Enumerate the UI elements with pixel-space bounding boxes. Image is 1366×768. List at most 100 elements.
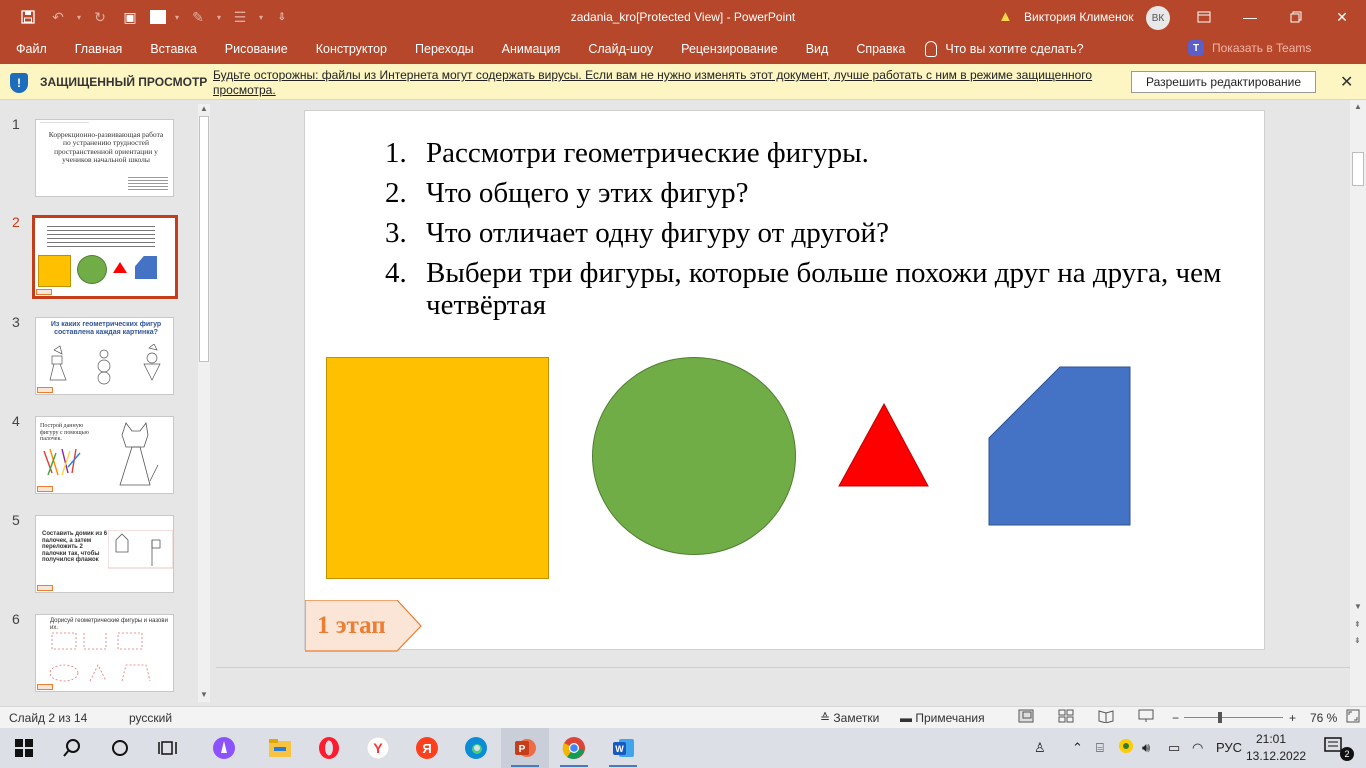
bullets-icon[interactable]: ☰ [226, 3, 254, 31]
scroll-down-icon[interactable]: ▼ [1354, 602, 1362, 611]
tab-transitions[interactable]: Переходы [401, 34, 488, 64]
slideshow-from-start-icon[interactable]: ▣ [116, 3, 144, 31]
yandex-icon[interactable]: Я [403, 728, 451, 768]
undo-icon[interactable]: ↶ [44, 3, 72, 31]
windows-start-icon[interactable] [0, 728, 48, 768]
zoom-slider-thumb[interactable] [1218, 712, 1222, 723]
previous-slide-icon[interactable]: ⇞ [1354, 620, 1361, 629]
slide-thumbnail-5[interactable]: Составить домик из 6 палочек, а затем пе… [35, 515, 174, 593]
notes-divider[interactable] [216, 667, 1350, 668]
thumb-number: 5 [12, 512, 20, 528]
restore-icon[interactable] [1273, 0, 1319, 34]
tab-review[interactable]: Рецензирование [667, 34, 792, 64]
qat-blank-icon[interactable] [150, 10, 166, 24]
slideshow-view-icon[interactable] [1138, 709, 1154, 726]
ribbon-display-options-icon[interactable] [1181, 0, 1227, 34]
chrome-icon[interactable] [550, 728, 598, 768]
show-hidden-icons[interactable]: ⌃ [1072, 740, 1083, 756]
normal-view-icon[interactable] [1018, 709, 1034, 726]
slide-sorter-icon[interactable] [1058, 709, 1074, 726]
network-monitor-icon[interactable]: ⌸ [1096, 740, 1104, 756]
wifi-icon[interactable]: ◠ [1192, 740, 1203, 756]
cortana-icon[interactable] [96, 728, 144, 768]
zoom-in-icon[interactable]: + [1289, 711, 1296, 725]
save-icon[interactable] [14, 3, 42, 31]
thumb-number: 2 [12, 214, 20, 230]
edge-icon[interactable] [452, 728, 500, 768]
tab-design[interactable]: Конструктор [302, 34, 401, 64]
draw-icon[interactable]: ✎ [184, 3, 212, 31]
show-in-teams-label: Показать в Teams [1212, 41, 1312, 55]
minimize-icon[interactable]: — [1227, 0, 1273, 34]
customize-qat-icon[interactable]: ⇩ [268, 3, 296, 31]
tab-insert[interactable]: Вставка [136, 34, 210, 64]
next-slide-icon[interactable]: ⇟ [1354, 636, 1361, 645]
powerpoint-taskbar-icon[interactable]: P [501, 728, 549, 768]
avatar[interactable]: ВК [1146, 6, 1170, 30]
tab-help[interactable]: Справка [842, 34, 919, 64]
thumbnails-scrollbar[interactable]: ▲ ▼ [198, 104, 210, 702]
yandex-disk-icon[interactable] [1118, 738, 1134, 757]
slide-thumbnail-1[interactable]: ─────────────────────── Коррекционно-раз… [35, 119, 174, 197]
thumb-number: 3 [12, 314, 20, 330]
clock-date[interactable]: 13.12.2022 [1246, 749, 1306, 763]
tab-home[interactable]: Главная [61, 34, 137, 64]
language-indicator[interactable]: русский [129, 711, 172, 725]
tab-animations[interactable]: Анимация [488, 34, 575, 64]
file-explorer-icon[interactable] [256, 728, 304, 768]
task-view-icon[interactable] [144, 728, 192, 768]
input-language[interactable]: РУС [1216, 740, 1242, 755]
green-circle[interactable] [592, 357, 796, 555]
slide-thumbnail-4[interactable]: Построй данную фигуру с помощью палочек. [35, 416, 174, 494]
redo-icon[interactable]: ↻ [86, 3, 114, 31]
thumb-title: Построй данную фигуру с помощью палочек. [40, 423, 89, 443]
people-icon[interactable]: ♙ [1034, 740, 1046, 756]
svg-text:Y: Y [373, 740, 383, 756]
comments-button[interactable]: ▬ Примечания [900, 711, 985, 725]
draw-dropdown-icon[interactable]: ▾ [214, 3, 224, 31]
current-slide[interactable]: 1. Рассмотри геометрические фигуры. 2. Что… [304, 110, 1265, 652]
qat-dropdown-icon[interactable]: ▾ [172, 3, 182, 31]
tab-slideshow[interactable]: Слайд-шоу [574, 34, 667, 64]
protected-view-message[interactable]: Будьте осторожны: файлы из Интернета мог… [213, 68, 1113, 98]
clock-time[interactable]: 21:01 [1256, 732, 1286, 746]
thumbnails-scroll-thumb[interactable] [199, 116, 209, 362]
undo-dropdown-icon[interactable]: ▾ [74, 3, 84, 31]
close-icon[interactable]: ✕ [1319, 0, 1365, 34]
zoom-slider[interactable] [1184, 717, 1283, 718]
tab-file[interactable]: Файл [0, 34, 61, 64]
slide-thumbnail-2[interactable] [32, 215, 178, 299]
editor-scroll-thumb[interactable] [1352, 152, 1364, 186]
zoom-out-icon[interactable]: − [1172, 711, 1179, 725]
warning-icon[interactable]: ▲ [998, 8, 1013, 25]
word-icon[interactable]: W [599, 728, 647, 768]
red-triangle[interactable] [838, 403, 930, 487]
fit-slide-icon[interactable] [1346, 709, 1360, 726]
yellow-square[interactable] [326, 357, 549, 579]
show-in-teams-button[interactable]: T Показать в Teams [1188, 40, 1311, 56]
zoom-level[interactable]: 76 % [1310, 711, 1337, 725]
editor-scrollbar[interactable]: ▲ ▼ ⇞ ⇟ [1350, 100, 1366, 706]
scroll-down-icon[interactable]: ▼ [200, 690, 208, 699]
bullets-dropdown-icon[interactable]: ▾ [256, 3, 266, 31]
battery-icon[interactable]: ▭ [1168, 740, 1180, 756]
user-name[interactable]: Виктория Клименок [1024, 10, 1134, 24]
task-list[interactable]: 1. Рассмотри геометрические фигуры. 2. Что… [385, 133, 1245, 325]
close-protected-bar-icon[interactable]: ✕ [1340, 72, 1353, 92]
search-icon[interactable] [48, 728, 96, 768]
reading-view-icon[interactable] [1098, 709, 1114, 726]
opera-icon[interactable] [305, 728, 353, 768]
notes-button[interactable]: ≙ Заметки [820, 711, 879, 725]
tell-me-search[interactable]: Что вы хотите сделать? [925, 41, 1084, 57]
yandex-browser-icon[interactable]: Y [354, 728, 402, 768]
slide-thumbnail-6[interactable]: Дорисуй геометрические фигуры и назови и… [35, 614, 174, 692]
slide-thumbnail-3[interactable]: Из каких геометрических фигур составлена… [35, 317, 174, 395]
scroll-up-icon[interactable]: ▲ [200, 104, 208, 113]
scroll-up-icon[interactable]: ▲ [1354, 102, 1362, 111]
tab-draw[interactable]: Рисование [211, 34, 302, 64]
blue-cut-square[interactable] [988, 366, 1132, 527]
enable-editing-button[interactable]: Разрешить редактирование [1131, 71, 1316, 93]
volume-icon[interactable]: 🔊︎ [1142, 740, 1150, 756]
tab-view[interactable]: Вид [792, 34, 843, 64]
alice-assistant-icon[interactable] [200, 728, 248, 768]
